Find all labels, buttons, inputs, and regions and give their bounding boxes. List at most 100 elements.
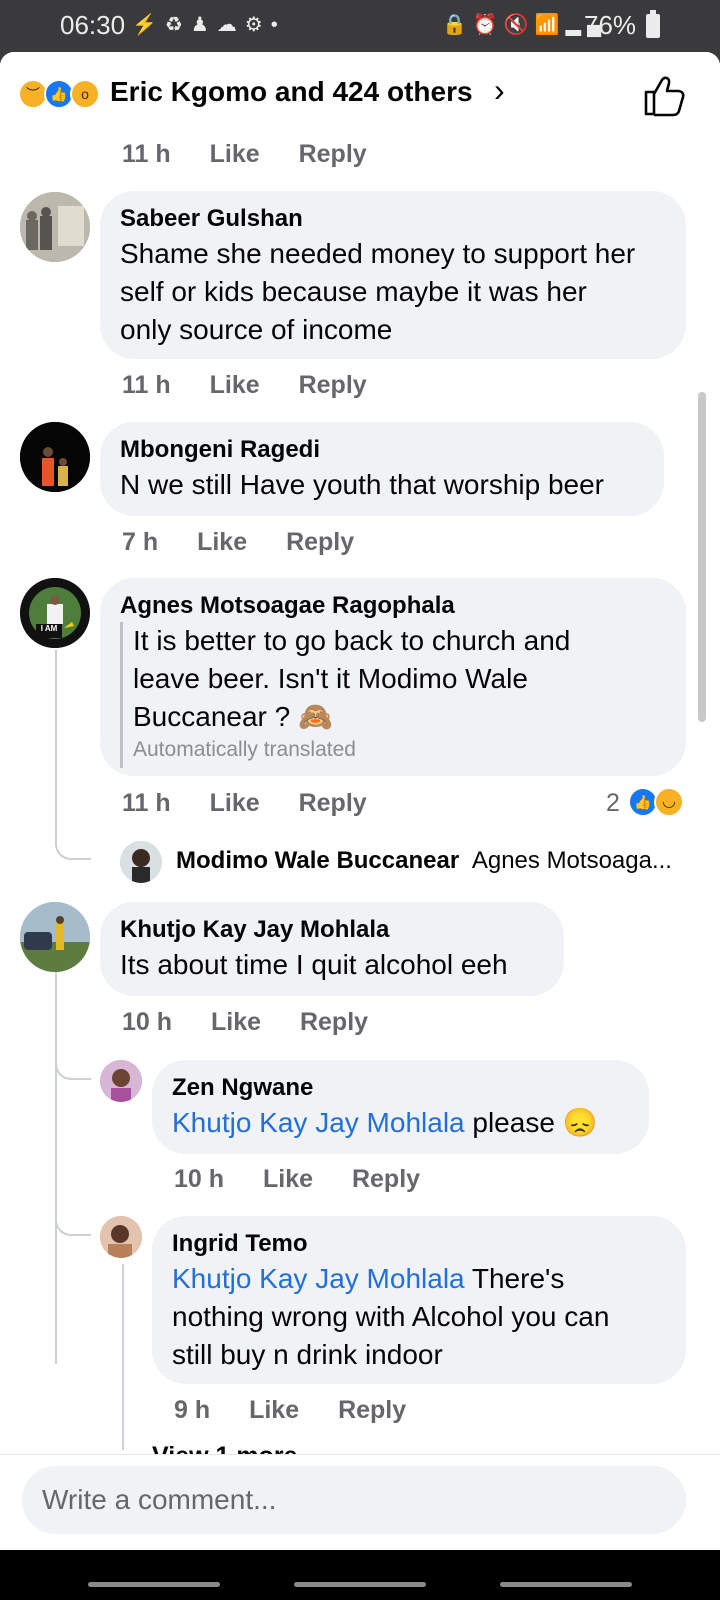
comment-text: Shame she needed money to support her se… <box>120 238 636 345</box>
avatar[interactable]: I AM <box>20 578 90 648</box>
reply-button[interactable]: Reply <box>352 1165 420 1194</box>
translation-bar <box>120 622 123 768</box>
lock-icon: 🔒 <box>442 14 473 36</box>
reply-preview-text: Agnes Motsoaga... <box>471 847 672 874</box>
avatar-image <box>120 841 162 883</box>
settings-icon: ⚙ <box>244 14 271 36</box>
haha-icon: ◡ <box>654 787 684 817</box>
comment-time: 11 h <box>122 140 171 168</box>
mute-icon: 🔇 <box>503 14 535 36</box>
mention-link[interactable]: Khutjo Kay Jay Mohlala <box>172 1263 465 1294</box>
like-button[interactable]: Like <box>263 1165 313 1194</box>
reactors-summary[interactable]: Eric Kgomo and 424 others <box>110 76 473 108</box>
comment-bubble[interactable]: Khutjo Kay Jay Mohlala Its about time I … <box>100 902 564 996</box>
comment-meta: 11 h Like Reply <box>122 140 367 169</box>
avatar[interactable] <box>20 192 90 262</box>
thread-line <box>55 650 57 846</box>
comment-bubble[interactable]: Agnes Motsoagae Ragophala It is better t… <box>100 578 686 776</box>
status-bar: 06:30 ⚡♻♟☁⚙• 🔒⏰🔇📶▂▄ 76% <box>0 0 720 52</box>
commenter-name[interactable]: Agnes Motsoagae Ragophala <box>120 592 455 620</box>
weather-icon: ☁ <box>216 14 245 36</box>
like-button[interactable]: Like <box>249 1396 299 1425</box>
comment-time: 7 h <box>122 528 159 556</box>
reply-preview-name[interactable]: Modimo Wale Buccanear <box>176 847 459 874</box>
chevron-right-icon[interactable]: › <box>494 72 505 109</box>
thread-connector <box>55 1220 91 1236</box>
nav-back-button[interactable] <box>500 1582 632 1587</box>
comment-meta: 11 h Like Reply <box>122 789 367 818</box>
avatar[interactable] <box>100 1060 142 1102</box>
reply-button[interactable]: Reply <box>338 1396 406 1425</box>
comment-text: N we still Have youth that worship beer <box>120 469 604 500</box>
thread-connector <box>55 832 91 860</box>
comment-meta: 7 h Like Reply <box>122 528 354 557</box>
reply-preview[interactable]: Modimo Wale Buccanear Agnes Motsoaga... <box>176 847 696 875</box>
comment-meta: 9 h Like Reply <box>174 1396 406 1425</box>
reply-bubble[interactable]: Zen Ngwane Khutjo Kay Jay Mohlala please… <box>152 1060 649 1154</box>
avatar-image <box>100 1060 142 1102</box>
commenter-name[interactable]: Khutjo Kay Jay Mohlala <box>120 916 389 944</box>
recycle-icon: ♻ <box>164 14 191 36</box>
reply-button[interactable]: Reply <box>300 1008 368 1037</box>
avatar-image: I AM <box>20 578 90 648</box>
comment-time: 10 h <box>174 1165 225 1193</box>
wifi-icon: 📶 <box>534 14 566 36</box>
battery-percent: 76% <box>584 10 637 40</box>
like-button[interactable]: Like <box>197 528 247 557</box>
scrollbar[interactable] <box>698 392 706 722</box>
avatar-badge-text: I AM <box>41 624 58 633</box>
commenter-name[interactable]: Ingrid Temo <box>172 1230 308 1258</box>
avatar[interactable] <box>20 422 90 492</box>
comment-text: It is better to go back to church and le… <box>133 625 571 732</box>
nav-home-button[interactable] <box>294 1582 426 1587</box>
system-nav-bar <box>0 1550 720 1600</box>
status-time: 06:30 <box>60 10 126 40</box>
comment-time: 10 h <box>122 1008 173 1036</box>
reaction-count: 2 <box>606 789 620 817</box>
wow-icon: o <box>70 79 100 109</box>
like-button[interactable]: Like <box>211 1008 261 1037</box>
dot-icon: • <box>270 14 286 36</box>
comments-sheet: ︶ 👍 o Eric Kgomo and 424 others › 11 h L… <box>0 52 720 1550</box>
reply-button[interactable]: Reply <box>299 789 367 818</box>
comment-composer <box>0 1454 720 1550</box>
reactions-header[interactable]: ︶ 👍 o Eric Kgomo and 424 others › <box>0 52 720 136</box>
status-right-icons: 🔒⏰🔇📶▂▄ <box>442 12 607 37</box>
comment-text: Its about time I quit alcohol eeh <box>120 949 508 980</box>
reply-button[interactable]: Reply <box>299 140 367 169</box>
reply-bubble[interactable]: Ingrid Temo Khutjo Kay Jay Mohlala There… <box>152 1216 686 1384</box>
avatar-image <box>20 422 90 492</box>
avatar-image <box>100 1216 142 1258</box>
avatar[interactable] <box>100 1216 142 1258</box>
avatar-image <box>20 902 90 972</box>
comment-text: Khutjo Kay Jay Mohlala There's nothing w… <box>172 1263 610 1370</box>
comment-bubble[interactable]: Sabeer Gulshan Shame she needed money to… <box>100 191 686 359</box>
reaction-summary[interactable]: 2 👍 ◡ <box>606 787 690 819</box>
avatar[interactable] <box>20 902 90 972</box>
thread-line <box>122 1264 124 1450</box>
comment-time: 9 h <box>174 1396 211 1424</box>
comment-time: 11 h <box>122 789 171 817</box>
avatar[interactable] <box>120 841 162 883</box>
comment-time: 11 h <box>122 371 171 399</box>
comment-bubble[interactable]: Mbongeni Ragedi N we still Have youth th… <box>100 422 664 516</box>
reply-button[interactable]: Reply <box>286 528 354 557</box>
thread-line <box>55 972 57 1364</box>
thread-connector <box>55 1064 91 1080</box>
reply-button[interactable]: Reply <box>299 371 367 400</box>
commenter-name[interactable]: Zen Ngwane <box>172 1074 313 1102</box>
like-button[interactable]: Like <box>210 371 260 400</box>
translation-note[interactable]: Automatically translated <box>133 738 356 762</box>
mention-link[interactable]: Khutjo Kay Jay Mohlala <box>172 1107 465 1138</box>
avatar-image <box>20 192 90 262</box>
alarm-icon: ⏰ <box>472 14 504 36</box>
comment-input[interactable] <box>22 1466 686 1534</box>
commenter-name[interactable]: Mbongeni Ragedi <box>120 436 320 464</box>
like-button[interactable]: Like <box>210 789 260 818</box>
power-icon: ⚡ <box>132 14 165 36</box>
thumbs-up-icon[interactable] <box>640 72 688 120</box>
like-button[interactable]: Like <box>210 140 260 169</box>
person-icon: ♟ <box>190 14 217 36</box>
nav-recent-button[interactable] <box>88 1582 220 1587</box>
commenter-name[interactable]: Sabeer Gulshan <box>120 205 303 233</box>
